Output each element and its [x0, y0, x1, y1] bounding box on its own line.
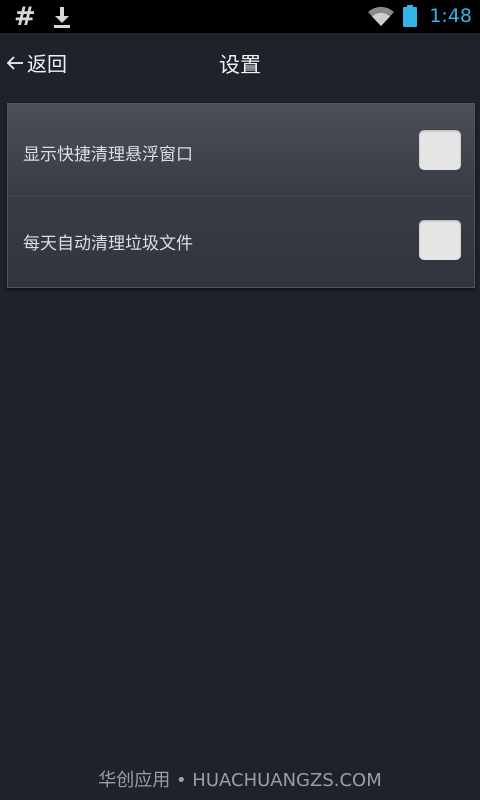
- wifi-icon: [368, 6, 395, 27]
- notification-icons: #: [14, 3, 72, 31]
- settings-panel: 显示快捷清理悬浮窗口 每天自动清理垃圾文件: [7, 103, 475, 288]
- floating-window-checkbox[interactable]: [419, 130, 461, 170]
- download-icon: [53, 7, 70, 28]
- page-title: 设置: [219, 53, 261, 77]
- setting-row-floating-window[interactable]: 显示快捷清理悬浮窗口: [8, 104, 474, 194]
- header: 返回 设置: [0, 33, 480, 95]
- setting-row-auto-clean[interactable]: 每天自动清理垃圾文件: [8, 196, 474, 286]
- setting-label: 每天自动清理垃圾文件: [23, 234, 193, 254]
- battery-icon: [403, 5, 418, 27]
- watermark: 华创应用 • HUACHUANGZS.COM: [98, 770, 382, 791]
- auto-clean-checkbox[interactable]: [419, 220, 461, 260]
- system-icons: 1:48: [367, 4, 472, 28]
- status-bar: # 1:48: [0, 0, 480, 33]
- hash-icon: #: [14, 2, 36, 32]
- setting-label: 显示快捷清理悬浮窗口: [23, 145, 193, 165]
- status-clock: 1:48: [429, 5, 472, 27]
